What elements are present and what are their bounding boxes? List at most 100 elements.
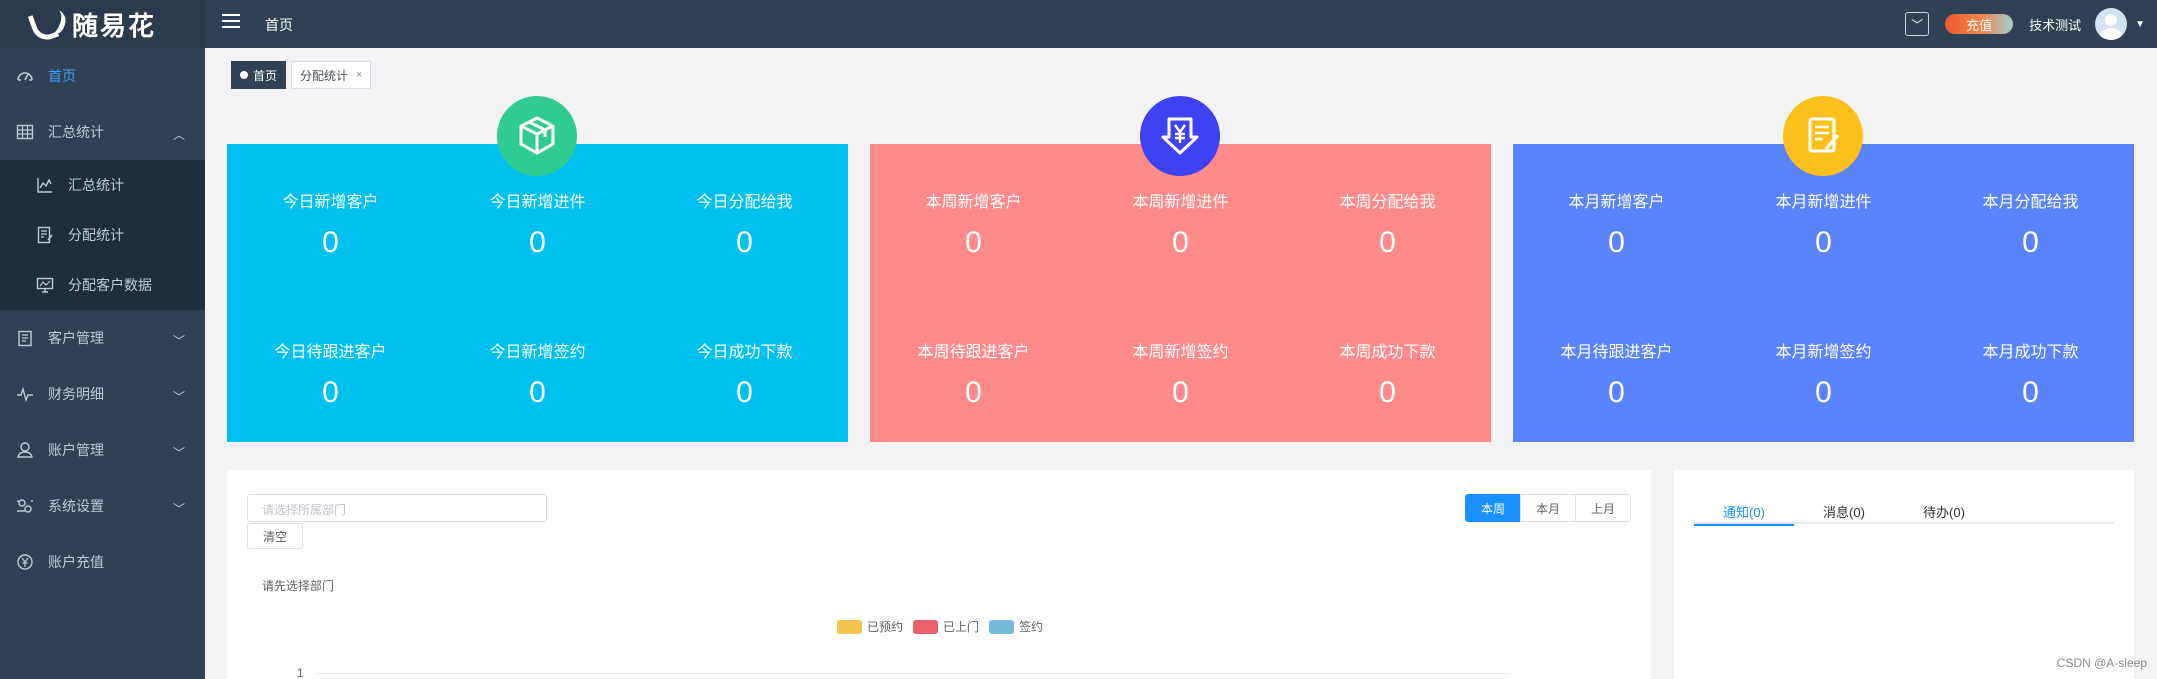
stat-label: 本月新增签约 bbox=[1775, 344, 1872, 361]
stat-value: 0 bbox=[736, 226, 753, 259]
legend-label: 已上门 bbox=[943, 620, 980, 634]
sidebar-item-label: 账户充值 bbox=[48, 554, 104, 570]
stat-label: 今日分配给我 bbox=[696, 194, 793, 211]
chevron-up-icon: ︿ bbox=[172, 128, 185, 142]
line-chart-icon bbox=[36, 176, 54, 194]
select-department-hint: 请先选择部门 bbox=[262, 579, 335, 593]
stat-label: 今日待跟进客户 bbox=[274, 344, 387, 361]
close-icon[interactable]: × bbox=[356, 69, 362, 81]
stat-label: 本周成功下款 bbox=[1339, 344, 1436, 361]
sidebar-item-label: 汇总统计 bbox=[48, 124, 104, 140]
chevron-down-button-icon[interactable]: ﹀ bbox=[1905, 12, 1930, 36]
clipboard-icon bbox=[16, 329, 34, 347]
stat-label: 本周新增签约 bbox=[1132, 344, 1229, 361]
legend-label: 签约 bbox=[1019, 620, 1044, 634]
stat-label: 本月分配给我 bbox=[1982, 194, 2079, 211]
stat-value: 0 bbox=[1608, 376, 1625, 409]
hamburger-icon[interactable] bbox=[222, 14, 240, 30]
stat-label: 今日成功下款 bbox=[696, 344, 793, 361]
watermark: CSDN @A-sleep bbox=[2056, 656, 2147, 670]
sidebar-item-accounts[interactable]: 账户管理 ﹀ bbox=[0, 422, 205, 478]
legend-label: 已预约 bbox=[867, 620, 904, 634]
stat-today-pending-followup: 今日待跟进客户 0 bbox=[227, 338, 434, 410]
stat-week-new-customers: 本周新增客户 0 bbox=[870, 188, 1077, 260]
stat-value: 0 bbox=[2022, 226, 2039, 259]
department-select[interactable]: 请选择所属部门 bbox=[247, 494, 547, 522]
sidebar-item-label: 首页 bbox=[48, 68, 76, 84]
sidebar-subitem-allocation-stats[interactable]: 分配统计 bbox=[0, 210, 205, 260]
chevron-down-icon: ﹀ bbox=[172, 446, 185, 460]
sidebar-item-label: 系统设置 bbox=[48, 498, 104, 514]
tag-label: 首页 bbox=[253, 68, 278, 83]
stat-month-pending-followup: 本月待跟进客户 0 bbox=[1513, 338, 1720, 410]
period-this-week-button[interactable]: 本周 bbox=[1465, 494, 1521, 522]
sidebar-item-label: 账户管理 bbox=[48, 442, 104, 458]
caret-down-icon[interactable]: ▼ bbox=[2135, 19, 2145, 30]
legend-swatch bbox=[989, 619, 1015, 634]
recharge-button[interactable]: 充值 bbox=[1945, 14, 2014, 34]
stat-value: 0 bbox=[736, 376, 753, 409]
stat-value: 0 bbox=[1379, 226, 1396, 259]
notification-tabs: 通知(0) 消息(0) 待办(0) bbox=[1694, 500, 2114, 526]
period-this-month-button[interactable]: 本月 bbox=[1520, 494, 1576, 522]
sidebar-item-customers[interactable]: 客户管理 ﹀ bbox=[0, 310, 205, 366]
stat-week-pending-followup: 本周待跟进客户 0 bbox=[870, 338, 1077, 410]
tab-todos[interactable]: 待办(0) bbox=[1894, 500, 1994, 522]
sidebar-subitem-allocate-customers[interactable]: 分配客户数据 bbox=[0, 260, 205, 310]
tag-home[interactable]: 首页 bbox=[231, 61, 287, 89]
stat-value: 0 bbox=[529, 376, 546, 409]
stat-month-new-contracts: 本月新增签约 0 bbox=[1720, 338, 1927, 410]
sidebar-item-label: 汇总统计 bbox=[68, 177, 124, 193]
logo[interactable]: 随易花 bbox=[0, 0, 205, 48]
stat-label: 今日新增签约 bbox=[489, 344, 586, 361]
stat-today-loans-disbursed: 今日成功下款 0 bbox=[641, 338, 848, 410]
tag-allocation-stats[interactable]: 分配统计 × bbox=[291, 61, 372, 89]
tab-messages[interactable]: 消息(0) bbox=[1794, 500, 1894, 522]
table-icon bbox=[16, 123, 34, 141]
stat-card-today: 今日新增客户 0 今日新增进件 0 今日分配给我 0 今日待跟进客户 0 今日新… bbox=[227, 96, 848, 442]
logo-mark-icon bbox=[30, 8, 66, 40]
avatar[interactable] bbox=[2095, 8, 2128, 40]
tags-view: 首页 分配统计 × bbox=[231, 61, 376, 89]
chevron-down-icon: ﹀ bbox=[172, 390, 185, 404]
sidebar-item-home[interactable]: 首页 bbox=[0, 48, 205, 104]
sidebar-item-summary[interactable]: 汇总统计 ︿ bbox=[0, 104, 205, 160]
stat-label: 本周待跟进客户 bbox=[917, 344, 1030, 361]
sidebar-item-finance[interactable]: 财务明细 ﹀ bbox=[0, 366, 205, 422]
clear-button[interactable]: 清空 bbox=[247, 523, 303, 549]
stat-label: 本周新增客户 bbox=[925, 194, 1022, 211]
logo-text: 随易花 bbox=[72, 10, 157, 41]
submenu-summary: 汇总统计 分配统计 分配客户数据 bbox=[0, 160, 205, 310]
edit-doc-icon bbox=[36, 226, 54, 244]
stat-today-new-applications: 今日新增进件 0 bbox=[434, 188, 641, 260]
stat-month-assigned-to-me: 本月分配给我 0 bbox=[1927, 188, 2134, 260]
stat-month-new-customers: 本月新增客户 0 bbox=[1513, 188, 1720, 260]
tab-notifications[interactable]: 通知(0) bbox=[1694, 500, 1794, 526]
username[interactable]: 技术测试 bbox=[2029, 15, 2081, 34]
stat-value: 0 bbox=[965, 226, 982, 259]
stat-week-new-contracts: 本周新增签约 0 bbox=[1077, 338, 1284, 410]
chart-panel: 请选择所属部门 清空 本周 本月 上月 请先选择部门 已预约 已上门 签约 1 bbox=[227, 470, 1651, 679]
legend-item-visited[interactable]: 已上门 bbox=[913, 618, 979, 635]
stat-today-new-contracts: 今日新增签约 0 bbox=[434, 338, 641, 410]
note-icon bbox=[1783, 96, 1863, 176]
breadcrumb[interactable]: 首页 bbox=[265, 15, 293, 35]
chevron-down-icon: ﹀ bbox=[172, 502, 185, 516]
dashboard-icon bbox=[16, 67, 34, 85]
sidebar-item-recharge[interactable]: 账户充值 bbox=[0, 534, 205, 590]
top-navbar: 首页 ﹀ 充值 技术测试 ▼ bbox=[205, 0, 2157, 48]
stat-label: 本月成功下款 bbox=[1982, 344, 2079, 361]
sidebar-item-settings[interactable]: 系统设置 ﹀ bbox=[0, 478, 205, 534]
legend-item-booked[interactable]: 已预约 bbox=[837, 618, 903, 635]
stat-value: 0 bbox=[965, 376, 982, 409]
period-switch: 本周 本月 上月 bbox=[1465, 494, 1631, 522]
period-last-month-button[interactable]: 上月 bbox=[1575, 494, 1631, 522]
pulse-icon bbox=[16, 385, 34, 403]
legend-item-signed[interactable]: 签约 bbox=[989, 618, 1043, 635]
sidebar-subitem-summary-stats[interactable]: 汇总统计 bbox=[0, 160, 205, 210]
stat-label: 今日新增进件 bbox=[489, 194, 586, 211]
stat-today-new-customers: 今日新增客户 0 bbox=[227, 188, 434, 260]
sidebar-item-label: 分配统计 bbox=[68, 227, 124, 243]
settings-icon bbox=[16, 497, 34, 515]
chart-gridline bbox=[315, 673, 1507, 674]
